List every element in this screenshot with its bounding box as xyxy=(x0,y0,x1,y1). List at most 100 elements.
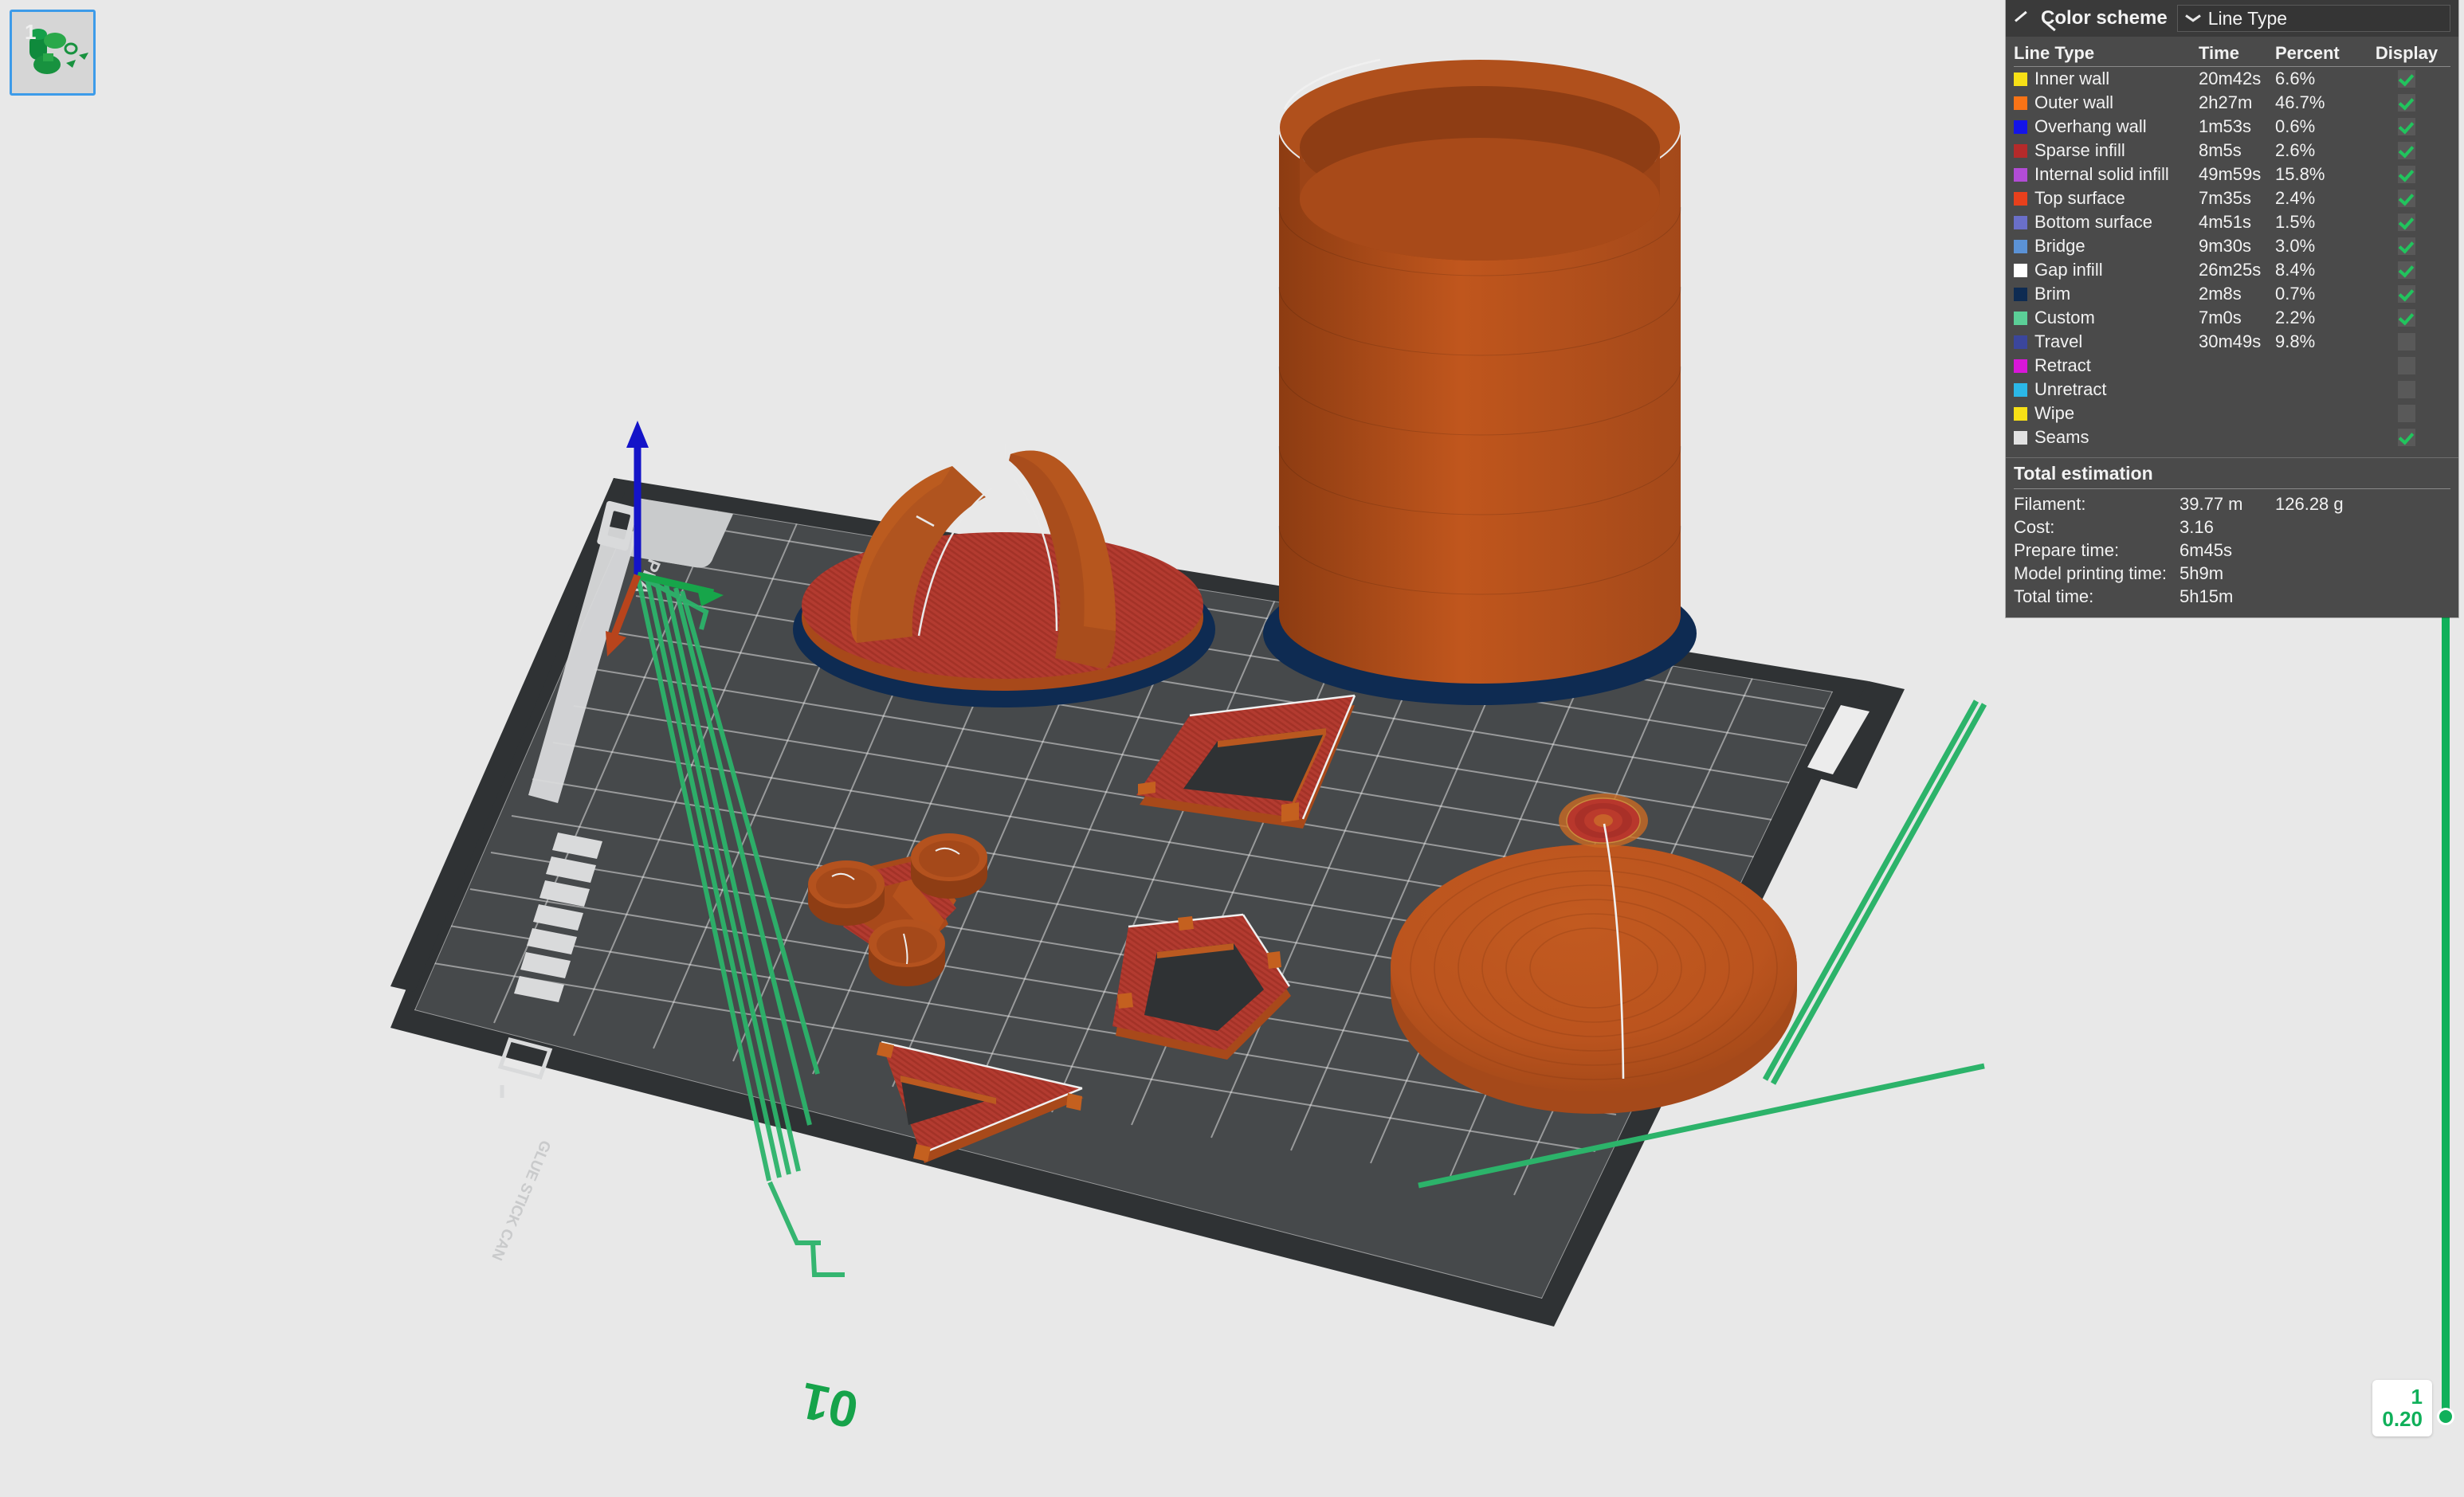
line-type-color-swatch xyxy=(2014,312,2027,325)
line-type-display-checkbox[interactable] xyxy=(2398,333,2415,351)
col-header-time: Time xyxy=(2199,43,2275,64)
total-estimation-key: Cost: xyxy=(2014,517,2180,538)
line-type-name: Bridge xyxy=(2034,236,2085,257)
line-type-display-checkbox[interactable] xyxy=(2398,70,2415,88)
color-scheme-select[interactable]: Line Type xyxy=(2177,5,2450,32)
line-type-row[interactable]: Sparse infill8m5s2.6% xyxy=(2014,139,2450,163)
chevron-down-icon xyxy=(2186,14,2200,22)
line-type-row[interactable]: Bridge9m30s3.0% xyxy=(2014,234,2450,258)
total-estimation-value-secondary: 126.28 g xyxy=(2275,494,2450,515)
total-estimation-value: 5h9m xyxy=(2180,563,2275,584)
line-type-time: 49m59s xyxy=(2199,164,2275,185)
line-type-row[interactable]: Seams xyxy=(2014,425,2450,449)
pentagon-notch-c xyxy=(1117,993,1133,1009)
plate-thumbnail[interactable]: 1 xyxy=(10,10,96,96)
total-estimation-title: Total estimation xyxy=(2014,461,2450,488)
col-header-line-type: Line Type xyxy=(2014,43,2094,64)
line-type-name: Top surface xyxy=(2034,188,2125,209)
line-type-row[interactable]: Wipe xyxy=(2014,402,2450,425)
line-type-display-checkbox[interactable] xyxy=(2398,166,2415,183)
linkage-cup-bottom xyxy=(869,919,945,986)
line-type-row[interactable]: Retract xyxy=(2014,354,2450,378)
line-type-display-checkbox[interactable] xyxy=(2398,214,2415,231)
line-type-row[interactable]: Overhang wall1m53s0.6% xyxy=(2014,115,2450,139)
cylinder-inner-floor xyxy=(1300,138,1660,261)
line-type-name: Travel xyxy=(2034,331,2082,352)
total-estimation-key: Filament: xyxy=(2014,494,2180,515)
total-estimation-key: Model printing time: xyxy=(2014,563,2180,584)
line-type-percent: 2.4% xyxy=(2275,188,2363,209)
total-estimation-row: Filament:39.77 m126.28 g xyxy=(2014,492,2450,515)
layer-slider-bottom-handle[interactable] xyxy=(2437,1408,2454,1425)
line-type-row[interactable]: Inner wall20m42s6.6% xyxy=(2014,67,2450,91)
line-type-time: 2h27m xyxy=(2199,92,2275,113)
line-type-name: Inner wall xyxy=(2034,69,2109,89)
object-arch-disc[interactable] xyxy=(793,444,1215,707)
line-type-row[interactable]: Brim2m8s0.7% xyxy=(2014,282,2450,306)
line-type-name: Gap infill xyxy=(2034,260,2103,280)
line-type-percent: 46.7% xyxy=(2275,92,2363,113)
line-type-time: 30m49s xyxy=(2199,331,2275,352)
line-type-row[interactable]: Outer wall2h27m46.7% xyxy=(2014,91,2450,115)
total-estimation-divider xyxy=(2014,488,2450,489)
line-type-display-checkbox[interactable] xyxy=(2398,357,2415,374)
line-type-row[interactable]: Gap infill26m25s8.4% xyxy=(2014,258,2450,282)
total-estimation-row: Model printing time:5h9m xyxy=(2014,562,2450,585)
line-type-color-swatch xyxy=(2014,431,2027,445)
color-scheme-value: Line Type xyxy=(2208,8,2287,29)
total-estimation-row: Prepare time:6m45s xyxy=(2014,539,2450,562)
line-type-time: 20m42s xyxy=(2199,69,2275,89)
line-type-row[interactable]: Top surface 7m35s2.4% xyxy=(2014,186,2450,210)
line-type-display-checkbox[interactable] xyxy=(2398,94,2415,112)
line-type-name: Seams xyxy=(2034,427,2089,448)
color-scheme-title: Color scheme xyxy=(2041,7,2168,29)
line-type-display-checkbox[interactable] xyxy=(2398,381,2415,398)
color-scheme-panel: Color scheme Line Type Line Type Time Pe… xyxy=(2006,0,2458,617)
line-type-row[interactable]: Travel 30m49s9.8% xyxy=(2014,330,2450,354)
line-type-table: Line Type Time Percent Display Inner wal… xyxy=(2006,37,2458,454)
line-type-display-checkbox[interactable] xyxy=(2398,429,2415,446)
line-type-display-checkbox[interactable] xyxy=(2398,309,2415,327)
total-estimation-key: Prepare time: xyxy=(2014,540,2180,561)
line-type-time: 26m25s xyxy=(2199,260,2275,280)
plate-thumbnail-number: 1 xyxy=(25,20,36,45)
total-estimation-row: Total time:5h15m xyxy=(2014,585,2450,608)
line-type-color-swatch xyxy=(2014,288,2027,301)
line-type-name: Custom xyxy=(2034,308,2095,328)
line-type-color-swatch xyxy=(2014,96,2027,110)
plate-number-label: 01 xyxy=(795,1372,863,1440)
line-type-display-checkbox[interactable] xyxy=(2398,285,2415,303)
line-type-time: 7m35s xyxy=(2199,188,2275,209)
square-frame-notch-b xyxy=(1281,802,1299,822)
z-axis-arrow xyxy=(626,421,649,448)
line-type-display-checkbox[interactable] xyxy=(2398,118,2415,135)
line-type-row[interactable]: Custom7m0s2.2% xyxy=(2014,306,2450,330)
line-type-row[interactable]: Unretract xyxy=(2014,378,2450,402)
line-type-display-checkbox[interactable] xyxy=(2398,405,2415,422)
line-type-row[interactable]: Bottom surface4m51s1.5% xyxy=(2014,210,2450,234)
line-type-color-swatch xyxy=(2014,72,2027,86)
line-type-name: Sparse infill xyxy=(2034,140,2125,161)
line-type-color-swatch xyxy=(2014,120,2027,134)
triangle-notch-c xyxy=(913,1144,931,1162)
line-type-display-checkbox[interactable] xyxy=(2398,237,2415,255)
line-type-time: 9m30s xyxy=(2199,236,2275,257)
line-type-percent: 0.6% xyxy=(2275,116,2363,137)
line-type-color-swatch xyxy=(2014,192,2027,206)
plate-name-label: Plate xyxy=(1132,450,1253,521)
chevron-up-icon[interactable] xyxy=(2014,10,2031,27)
line-type-percent: 2.2% xyxy=(2275,308,2363,328)
line-type-display-checkbox[interactable] xyxy=(2398,142,2415,159)
line-type-row[interactable]: Internal solid infill49m59s15.8% xyxy=(2014,163,2450,186)
line-type-percent: 2.6% xyxy=(2275,140,2363,161)
rail-glue-label: GLUE STICK CAN xyxy=(488,1138,553,1263)
line-type-display-checkbox[interactable] xyxy=(2398,190,2415,207)
linkage-cup-left xyxy=(808,860,885,926)
layer-slider-bottom-tooltip: 1 0.20 xyxy=(2372,1380,2432,1436)
line-type-display-checkbox[interactable] xyxy=(2398,261,2415,279)
object-cylinder-pot[interactable] xyxy=(1263,59,1697,705)
line-type-name: Internal solid infill xyxy=(2034,164,2169,185)
gcode-preview-window: Plate PLA xyxy=(0,0,2464,1497)
line-type-name: Brim xyxy=(2034,284,2070,304)
line-type-percent: 9.8% xyxy=(2275,331,2363,352)
